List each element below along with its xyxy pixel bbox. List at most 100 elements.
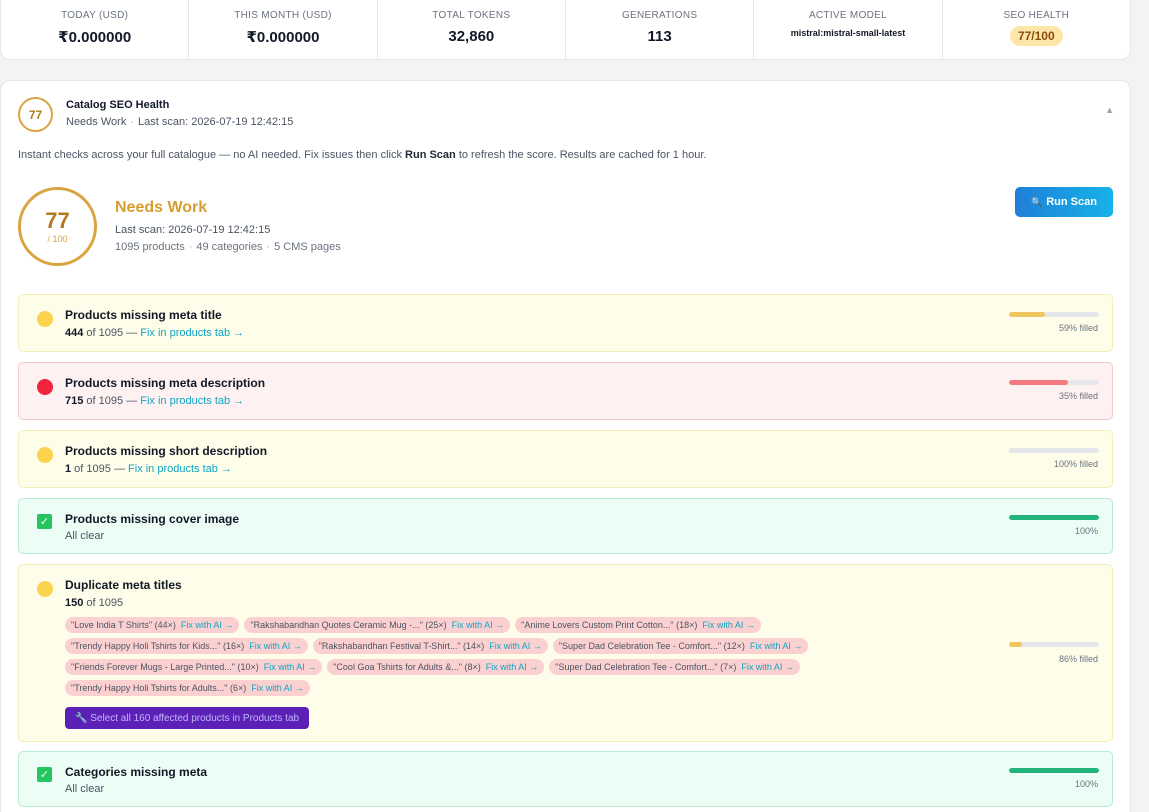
check-summary: All clear [65, 783, 105, 795]
tag-label: "Cool Goa Tshirts for Adults &..." (8×) [333, 662, 481, 672]
categories-count: 49 categories [196, 241, 263, 253]
progress-label: 35% filled [1058, 391, 1098, 401]
progress-fill [1009, 380, 1068, 385]
stat-value: 32,860 [448, 28, 495, 45]
fix-with-ai-link[interactable]: Fix with AI → [264, 662, 317, 672]
error-dot-icon [37, 379, 53, 395]
check-meta-description: Products missing meta description 715 of… [18, 362, 1113, 420]
fix-with-ai-link[interactable]: Fix with AI → [251, 683, 304, 693]
tag-row: "Trendy Happy Holi Tshirts for Kids..." … [65, 638, 885, 654]
score-ring: 77 / 100 [18, 187, 97, 266]
progress-fill [1009, 312, 1045, 317]
check-summary: 150 of 1095 [65, 597, 123, 609]
check-title: Products missing cover image [65, 512, 240, 526]
score-value: 77 [45, 207, 70, 233]
check-meta-title: Products missing meta title 444 of 1095 … [18, 294, 1113, 352]
status-last-scan: Last scan: 2026-07-19 12:42:15 [115, 224, 271, 236]
tag-label: "Super Dad Celebration Tee - Comfort..."… [555, 662, 737, 672]
select-all-affected-button[interactable]: 🔧 Select all 160 affected products in Pr… [65, 707, 310, 729]
progress-bar [1009, 515, 1099, 520]
separator-dot: · [266, 241, 271, 253]
chevron-up-icon[interactable]: ▲ [1105, 105, 1114, 115]
run-scan-label: Run Scan [1046, 196, 1097, 208]
fix-with-ai-link[interactable]: Fix with AI → [249, 641, 302, 651]
check-title: Products missing short description [65, 444, 268, 458]
progress-label: 100% [1074, 526, 1098, 536]
separator-dot: · [188, 241, 193, 253]
separator-dot: · [130, 116, 134, 128]
panel-title: Catalog SEO Health [66, 99, 170, 111]
warning-dot-icon [37, 447, 53, 463]
fix-in-products-link[interactable]: Fix in products tab → [128, 463, 232, 475]
check-title: Duplicate meta titles [65, 578, 182, 592]
total-text: of 1095 [83, 597, 124, 609]
duplicate-title-tag: "Cool Goa Tshirts for Adults &..." (8×) F… [327, 659, 545, 675]
progress-label: 100% [1074, 779, 1098, 789]
panel-status: Needs Work [66, 116, 127, 128]
fix-in-products-link[interactable]: Fix in products tab → [140, 327, 244, 339]
tag-label: "Trendy Happy Holi Tshirts for Adults...… [71, 683, 247, 693]
checkmark-icon: ✓ [37, 767, 52, 782]
duplicate-title-tag: "Super Dad Celebration Tee - Comfort..."… [549, 659, 800, 675]
duplicate-title-tag: "Rakshabandhan Festival T-Shirt..." (14×… [312, 638, 548, 654]
products-count: 1095 products [115, 241, 185, 253]
tag-label: "Friends Forever Mugs - Large Printed...… [71, 662, 259, 672]
total-text: of 1095 — [83, 327, 141, 339]
fix-with-ai-link[interactable]: Fix with AI → [452, 620, 505, 630]
duplicate-tags: "Love India T Shirts" (44×) Fix with AI →… [65, 617, 885, 701]
check-title: Products missing meta description [65, 376, 266, 390]
progress-label: 86% filled [1058, 654, 1098, 664]
tag-label: "Trendy Happy Holi Tshirts for Kids..." … [71, 641, 245, 651]
score-ring-small: 77 [18, 97, 53, 132]
tag-label: "Anime Lovers Custom Print Cotton..." (1… [521, 620, 698, 630]
intro-strong: Run Scan [405, 149, 456, 161]
status-title: Needs Work [115, 199, 208, 216]
score-max: / 100 [47, 233, 68, 244]
tag-label: "Super Dad Celebration Tee - Comfort..."… [558, 641, 745, 651]
check-title: Categories missing meta [65, 765, 208, 779]
stat-value: ₹0.000000 [58, 29, 132, 46]
warning-dot-icon [37, 581, 53, 597]
missing-count: 444 [65, 327, 84, 339]
progress-fill [1009, 642, 1022, 647]
intro-after: to refresh the score. Results are cached… [455, 149, 707, 161]
checkmark-icon: ✓ [37, 514, 52, 529]
fix-with-ai-link[interactable]: Fix with AI → [741, 662, 794, 672]
stat-value: mistral:mistral-small-latest [790, 28, 906, 38]
duplicate-title-tag: "Friends Forever Mugs - Large Printed...… [65, 659, 323, 675]
stats-bar: TODAY (USD) ₹0.000000 THIS MONTH (USD) ₹… [0, 0, 1131, 60]
tag-label: "Rakshabandhan Festival T-Shirt..." (14×… [318, 641, 485, 651]
stat-value: ₹0.000000 [246, 29, 320, 46]
fix-with-ai-link[interactable]: Fix with AI → [750, 641, 803, 651]
check-title: Products missing meta title [65, 308, 222, 322]
fix-with-ai-link[interactable]: Fix with AI → [489, 641, 542, 651]
stat-active-model: ACTIVE MODEL mistral:mistral-small-lates… [754, 0, 943, 59]
tag-row: "Trendy Happy Holi Tshirts for Adults...… [65, 680, 885, 696]
panel-header[interactable]: 77 Catalog SEO Health Needs Work · Last sc… [18, 97, 1118, 133]
fix-with-ai-link[interactable]: Fix with AI → [702, 620, 755, 630]
progress-fill [1009, 768, 1099, 773]
fix-in-products-link[interactable]: Fix in products tab → [140, 395, 244, 407]
progress-bar [1009, 768, 1099, 773]
total-text: of 1095 — [83, 395, 141, 407]
missing-count: 715 [65, 395, 84, 407]
seo-health-badge: 77/100 [1009, 26, 1063, 46]
duplicate-title-tag: "Super Dad Celebration Tee - Comfort..."… [552, 638, 809, 654]
stat-value: 113 [647, 28, 672, 45]
total-text: of 1095 — [71, 463, 128, 475]
progress-fill [1009, 515, 1099, 520]
duplicate-title-tag: "Trendy Happy Holi Tshirts for Adults...… [65, 680, 310, 696]
check-short-description: Products missing short description 1 of … [18, 430, 1113, 488]
run-scan-button[interactable]: 🔍 Run Scan [1015, 187, 1113, 217]
stat-generations: GENERATIONS 113 [566, 0, 755, 59]
fix-with-ai-link[interactable]: Fix with AI → [486, 662, 539, 672]
duplicate-title-tag: "Rakshabandhan Quotes Ceramic Mug -..." … [244, 617, 511, 633]
check-summary: 444 of 1095 — Fix in products tab → [65, 327, 244, 339]
fix-with-ai-link[interactable]: Fix with AI → [181, 620, 234, 630]
seo-health-panel: 77 Catalog SEO Health Needs Work · Last sc… [0, 80, 1131, 812]
stat-label: SEO HEALTH [1003, 10, 1070, 21]
stat-month: THIS MONTH (USD) ₹0.000000 [189, 0, 378, 59]
panel-last-scan: Last scan: 2026-07-19 12:42:15 [138, 116, 294, 128]
duplicate-title-tag: "Trendy Happy Holi Tshirts for Kids..." … [65, 638, 308, 654]
check-categories-meta: ✓ Categories missing meta All clear 100% [18, 751, 1113, 807]
